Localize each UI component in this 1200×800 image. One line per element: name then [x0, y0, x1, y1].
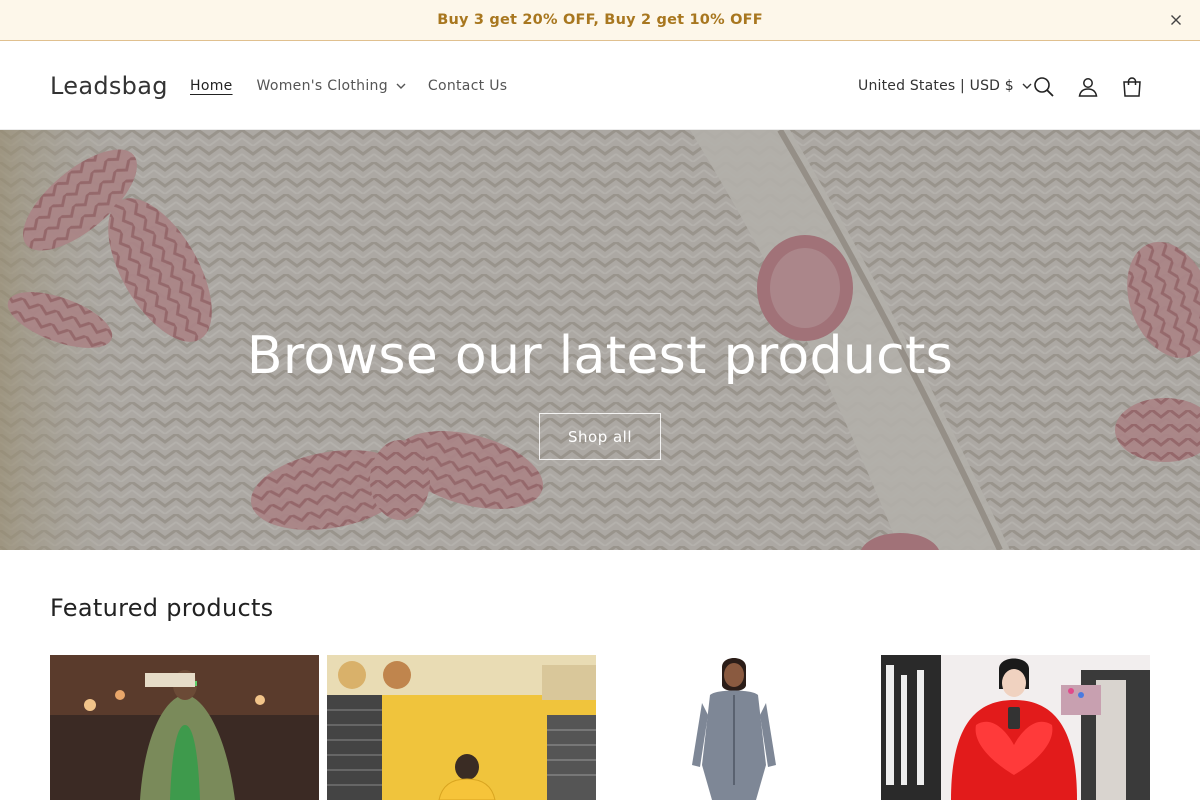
product-card[interactable] — [50, 655, 319, 800]
country-currency-selector[interactable]: United States | USD $ — [858, 78, 1032, 94]
country-currency-label: United States | USD $ — [858, 78, 1014, 94]
featured-products-heading: Featured products — [50, 594, 274, 622]
chevron-down-icon — [396, 83, 406, 89]
product-image-green-sequin-dress-fur-coat — [50, 655, 319, 800]
nav-item-contact-us[interactable]: Contact Us — [428, 78, 507, 94]
cart-icon[interactable] — [1119, 74, 1145, 100]
site-logo[interactable]: Leadsbag — [50, 72, 168, 100]
hero-title: Browse our latest products — [246, 326, 954, 386]
product-card[interactable] — [881, 655, 1150, 800]
nav-item-womens-clothing[interactable]: Women's Clothing — [257, 78, 406, 94]
shop-all-button[interactable]: Shop all — [539, 413, 661, 460]
product-card[interactable] — [327, 655, 596, 800]
product-image-yellow-hoodie-storefront — [327, 655, 596, 800]
search-icon[interactable] — [1031, 74, 1057, 100]
main-nav: Home Women's Clothing Contact Us — [190, 78, 531, 94]
announcement-bar: Buy 3 get 20% OFF, Buy 2 get 10% OFF — [0, 0, 1200, 41]
product-image-denim-zip-romper — [604, 655, 873, 800]
product-image-red-fur-coat — [881, 655, 1150, 800]
nav-item-home[interactable]: Home — [190, 78, 233, 94]
featured-products-grid — [50, 655, 1150, 800]
announcement-text: Buy 3 get 20% OFF, Buy 2 get 10% OFF — [437, 12, 763, 28]
product-card[interactable] — [604, 655, 873, 800]
nav-item-label: Women's Clothing — [256, 78, 388, 94]
account-icon[interactable] — [1075, 74, 1101, 100]
site-header: Leadsbag Home Women's Clothing Contact U… — [0, 41, 1200, 130]
close-icon[interactable] — [1166, 10, 1186, 30]
hero-banner: Browse our latest products Shop all — [0, 130, 1200, 550]
